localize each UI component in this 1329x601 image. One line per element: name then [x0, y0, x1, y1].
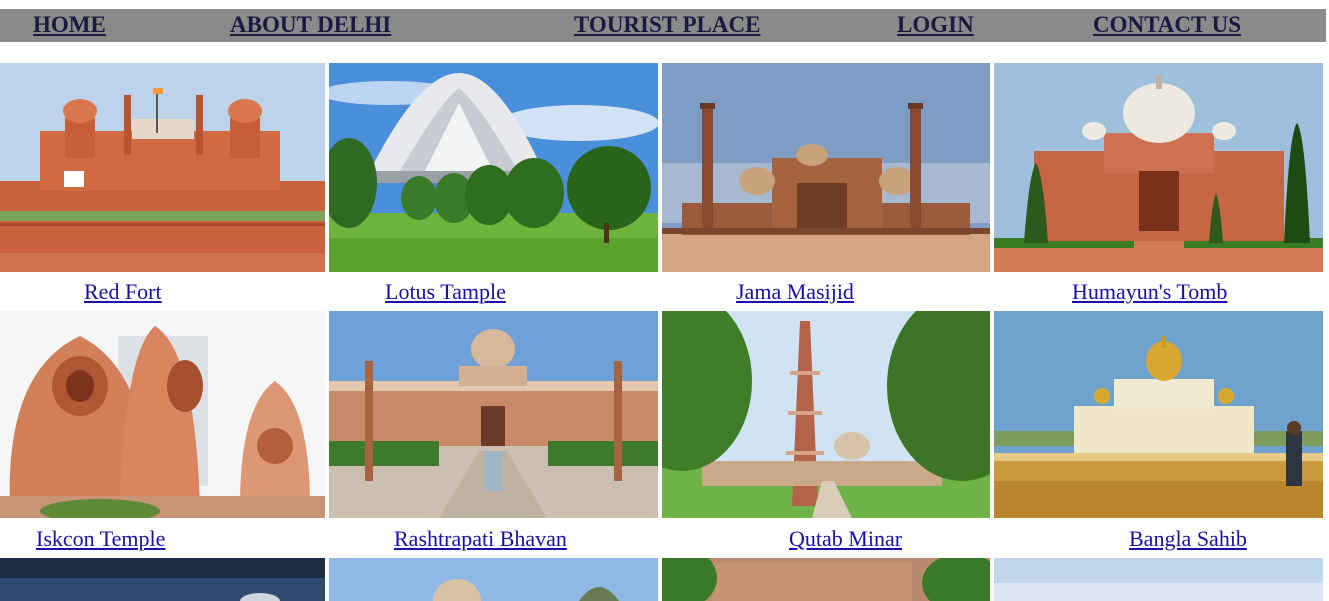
nav-tourist-link[interactable]: TOURIST PLACE: [574, 12, 760, 38]
partial-image-3[interactable]: [662, 558, 990, 601]
place-link-qutab-minar[interactable]: Qutab Minar: [789, 526, 902, 552]
place-link-red-fort[interactable]: Red Fort: [84, 279, 162, 305]
bangla-sahib-image[interactable]: [994, 311, 1323, 518]
place-link-iskcon-temple[interactable]: Iskcon Temple: [36, 526, 165, 552]
place-link-rashtrapati-bhavan[interactable]: Rashtrapati Bhavan: [394, 526, 567, 552]
iskcon-temple-image[interactable]: [0, 311, 325, 518]
partial-image-1[interactable]: [0, 558, 325, 601]
lotus-temple-image[interactable]: [329, 63, 658, 272]
qutab-minar-image[interactable]: [662, 311, 990, 518]
place-link-bangla-sahib[interactable]: Bangla Sahib: [1129, 526, 1247, 552]
red-fort-image[interactable]: [0, 63, 325, 272]
nav-home-link[interactable]: HOME: [33, 12, 106, 38]
nav-about-link[interactable]: ABOUT DELHI: [230, 12, 391, 38]
top-nav: HOME ABOUT DELHI TOURIST PLACE LOGIN CON…: [0, 9, 1326, 42]
place-link-humayuns-tomb[interactable]: Humayun's Tomb: [1072, 279, 1227, 305]
rashtrapati-bhavan-image[interactable]: [329, 311, 658, 518]
humayuns-tomb-image[interactable]: [994, 63, 1323, 272]
nav-login-link[interactable]: LOGIN: [897, 12, 974, 38]
place-link-lotus-temple[interactable]: Lotus Tample: [385, 279, 506, 305]
place-link-jama-masjid[interactable]: Jama Masijid: [736, 279, 854, 305]
partial-image-4[interactable]: [994, 558, 1323, 601]
nav-contact-link[interactable]: CONTACT US: [1093, 12, 1241, 38]
jama-masjid-image[interactable]: [662, 63, 990, 272]
partial-image-2[interactable]: [329, 558, 658, 601]
